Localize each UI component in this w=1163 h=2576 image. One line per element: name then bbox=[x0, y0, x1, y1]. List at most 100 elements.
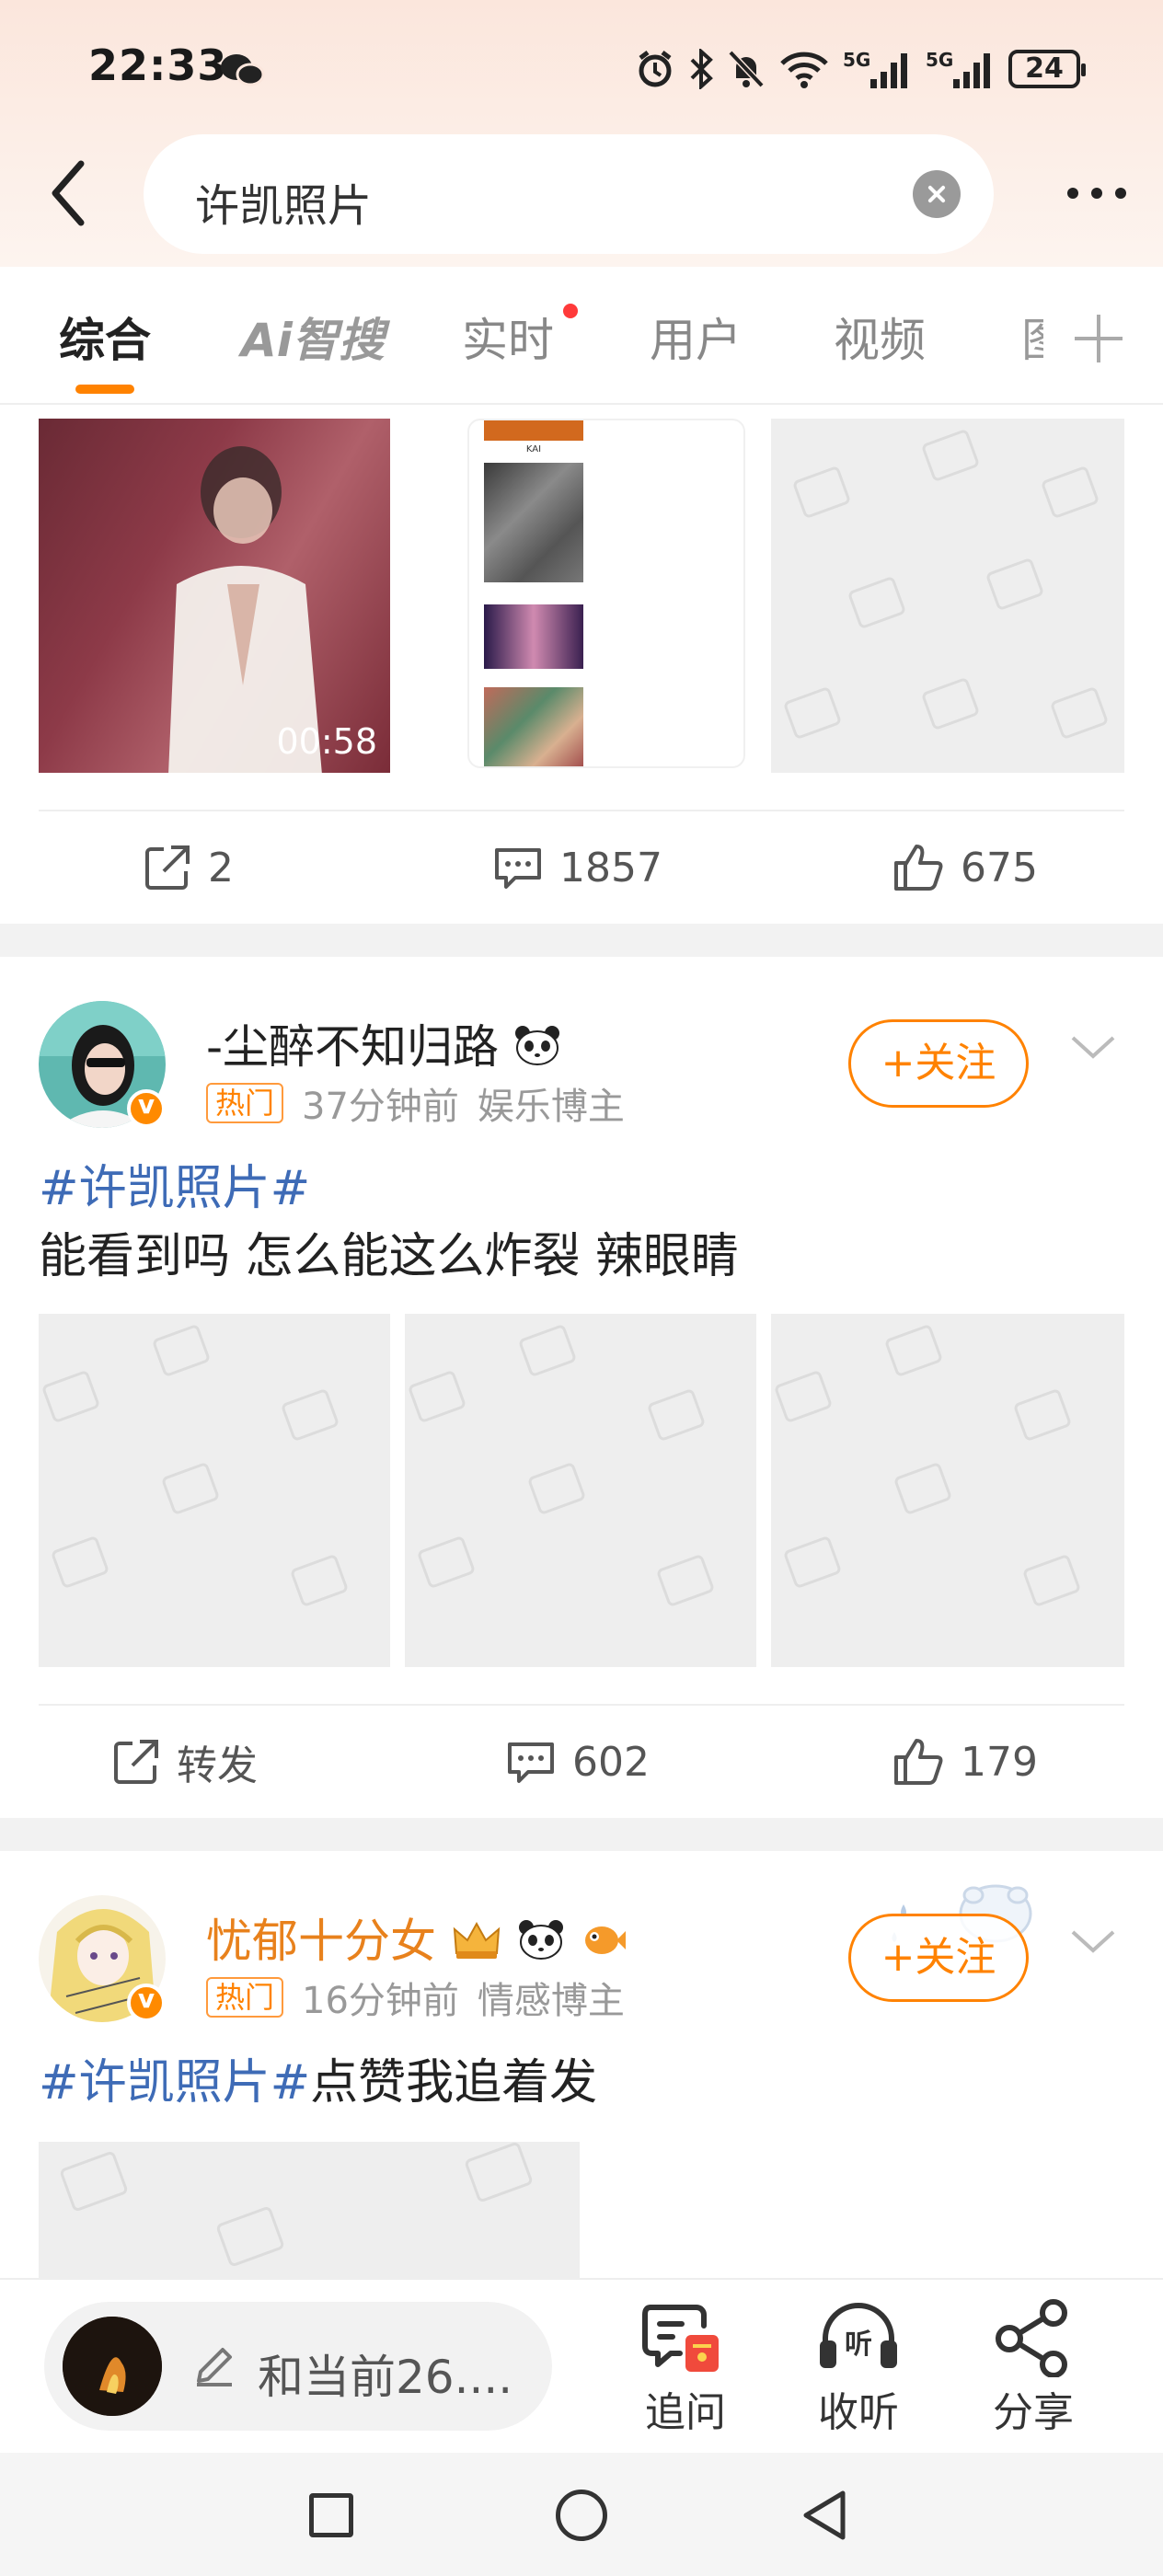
dot bbox=[1091, 188, 1102, 199]
repost-icon bbox=[145, 845, 190, 890]
back-button[interactable] bbox=[46, 156, 92, 230]
placeholder-pattern bbox=[409, 1325, 714, 1606]
username-text: -尘醉不知归路 bbox=[206, 1020, 500, 1074]
dot bbox=[1115, 188, 1126, 199]
like-button[interactable]: 179 bbox=[892, 1706, 1038, 1818]
image-placeholder[interactable] bbox=[771, 419, 1124, 773]
username-text: 忧郁十分女 bbox=[206, 1915, 436, 1968]
search-bar[interactable]: 许凯照片 bbox=[144, 134, 994, 254]
bluetooth-icon bbox=[690, 49, 713, 89]
comment-button[interactable]: 602 bbox=[506, 1706, 650, 1818]
image-placeholder[interactable] bbox=[405, 1314, 756, 1667]
comment-placeholder: 和当前26.... bbox=[258, 2351, 513, 2404]
repost-button[interactable]: 转发 bbox=[112, 1706, 258, 1818]
signal-5g-icon: 5G bbox=[843, 49, 907, 88]
add-tab-icon[interactable] bbox=[1075, 315, 1123, 362]
post-time: 16分钟前 bbox=[302, 1980, 459, 2022]
dot bbox=[1067, 188, 1078, 199]
comment-input[interactable]: 和当前26.... bbox=[44, 2302, 552, 2431]
panda-icon bbox=[518, 1920, 563, 1960]
tab-realtime[interactable]: 实时 bbox=[462, 304, 554, 370]
svg-text:5G: 5G bbox=[843, 49, 870, 71]
post2-body: #许凯照片# bbox=[39, 1156, 310, 1222]
post2-header: -尘醉不知归路 热门 37分钟前 娱乐博主 +关注 bbox=[39, 1001, 1124, 1139]
placeholder-pattern bbox=[775, 1325, 1080, 1606]
home-button[interactable] bbox=[556, 2490, 607, 2541]
shot-block bbox=[484, 604, 583, 669]
post-time: 37分钟前 bbox=[302, 1086, 459, 1128]
shot-block bbox=[484, 420, 583, 441]
placeholder-pattern bbox=[42, 1325, 348, 1606]
chevron-down-icon[interactable] bbox=[1067, 1029, 1119, 1065]
panda-icon bbox=[514, 1026, 559, 1065]
tab-users[interactable]: 用户 bbox=[650, 304, 742, 370]
ask-icon bbox=[642, 2305, 719, 2372]
video-thumbnail[interactable]: 00:58 bbox=[39, 419, 390, 773]
placeholder-pattern bbox=[784, 430, 1108, 739]
share-icon bbox=[996, 2299, 1067, 2377]
author-category: 娱乐博主 bbox=[477, 1086, 625, 1128]
mute-icon bbox=[728, 50, 765, 88]
hashtag-link[interactable]: #许凯照片# bbox=[39, 2055, 310, 2110]
clear-icon[interactable] bbox=[913, 170, 961, 218]
like-button[interactable]: 675 bbox=[892, 811, 1038, 924]
repost-count: 2 bbox=[208, 844, 234, 891]
headphones-icon: 听 bbox=[820, 2303, 897, 2368]
follow-button[interactable]: +关注 bbox=[848, 1019, 1029, 1108]
recent-apps-button[interactable] bbox=[309, 2493, 353, 2537]
tab-ai-search[interactable]: Ai智搜 bbox=[241, 304, 385, 370]
back-nav-button[interactable] bbox=[799, 2488, 850, 2543]
shot-block bbox=[484, 463, 583, 582]
chevron-down-icon[interactable] bbox=[1067, 1923, 1119, 1960]
shot-block bbox=[484, 687, 583, 766]
post2-action-bar: 转发 602 179 bbox=[39, 1704, 1124, 1816]
post-meta: 热门 16分钟前 情感博主 bbox=[206, 1971, 625, 2024]
username[interactable]: -尘醉不知归路 bbox=[206, 1010, 561, 1076]
post1-action-bar: 2 1857 675 bbox=[39, 810, 1124, 922]
placeholder-pattern bbox=[60, 2143, 533, 2266]
ask-label: 追问 bbox=[645, 2389, 726, 2436]
image-placeholder[interactable] bbox=[39, 1314, 390, 1667]
post2-text: 能看到吗 怎么能这么炸裂 辣眼睛 bbox=[39, 1229, 740, 1284]
username[interactable]: 忧郁十分女 bbox=[206, 1904, 628, 1971]
video-duration: 00:58 bbox=[276, 721, 377, 762]
image-placeholder[interactable] bbox=[771, 1314, 1124, 1667]
bottom-action-bar: 和当前26.... 追问 听 收听 分享 bbox=[0, 2278, 1163, 2453]
comment-icon bbox=[508, 1742, 554, 1783]
status-time: 22:33 bbox=[88, 40, 228, 90]
post3-text: 点赞我追着发 bbox=[310, 2055, 598, 2110]
fish-icon bbox=[584, 1926, 626, 1954]
hashtag-link[interactable]: #许凯照片# bbox=[39, 1161, 310, 1216]
comment-button[interactable]: 1857 bbox=[493, 811, 662, 924]
post3-body: #许凯照片#点赞我追着发 bbox=[39, 2050, 597, 2116]
post-meta: 热门 37分钟前 娱乐博主 bbox=[206, 1076, 625, 1130]
alarm-icon bbox=[639, 51, 672, 87]
realtime-badge-dot bbox=[563, 304, 578, 318]
repost-button[interactable]: 2 bbox=[144, 811, 234, 924]
author-category: 情感博主 bbox=[477, 1980, 625, 2022]
battery-icon: 24 bbox=[1008, 50, 1086, 88]
ask-button[interactable]: 追问 bbox=[626, 2298, 745, 2438]
image-placeholder[interactable] bbox=[39, 2142, 580, 2280]
avatar-image bbox=[63, 2317, 162, 2416]
share-button[interactable]: 分享 bbox=[973, 2298, 1093, 2438]
post3-header: 忧郁十分女 热门 16分钟前 情感博主 +关注 bbox=[39, 1884, 1124, 2033]
screenshot-image[interactable]: KAI bbox=[467, 419, 745, 768]
svg-text:5G: 5G bbox=[926, 49, 953, 71]
more-icon[interactable] bbox=[1067, 188, 1126, 199]
verified-badge bbox=[127, 1089, 166, 1128]
follow-button[interactable]: +关注 bbox=[848, 1914, 1029, 2002]
tab-images[interactable]: 图 bbox=[1021, 304, 1043, 370]
avatar bbox=[63, 2317, 162, 2416]
search-input[interactable]: 许凯照片 bbox=[195, 169, 372, 234]
crown-icon bbox=[453, 1921, 501, 1959]
repost-label: 转发 bbox=[177, 1742, 258, 1789]
wifi-icon bbox=[780, 52, 828, 88]
pencil-icon bbox=[197, 2348, 232, 2386]
tab-comprehensive[interactable]: 综合 bbox=[59, 304, 151, 370]
shot-label: KAI bbox=[525, 444, 542, 454]
thumbs-up-icon bbox=[894, 1739, 943, 1785]
tab-video[interactable]: 视频 bbox=[834, 304, 926, 370]
listen-button[interactable]: 听 收听 bbox=[799, 2298, 918, 2438]
hot-badge: 热门 bbox=[206, 1977, 284, 2018]
